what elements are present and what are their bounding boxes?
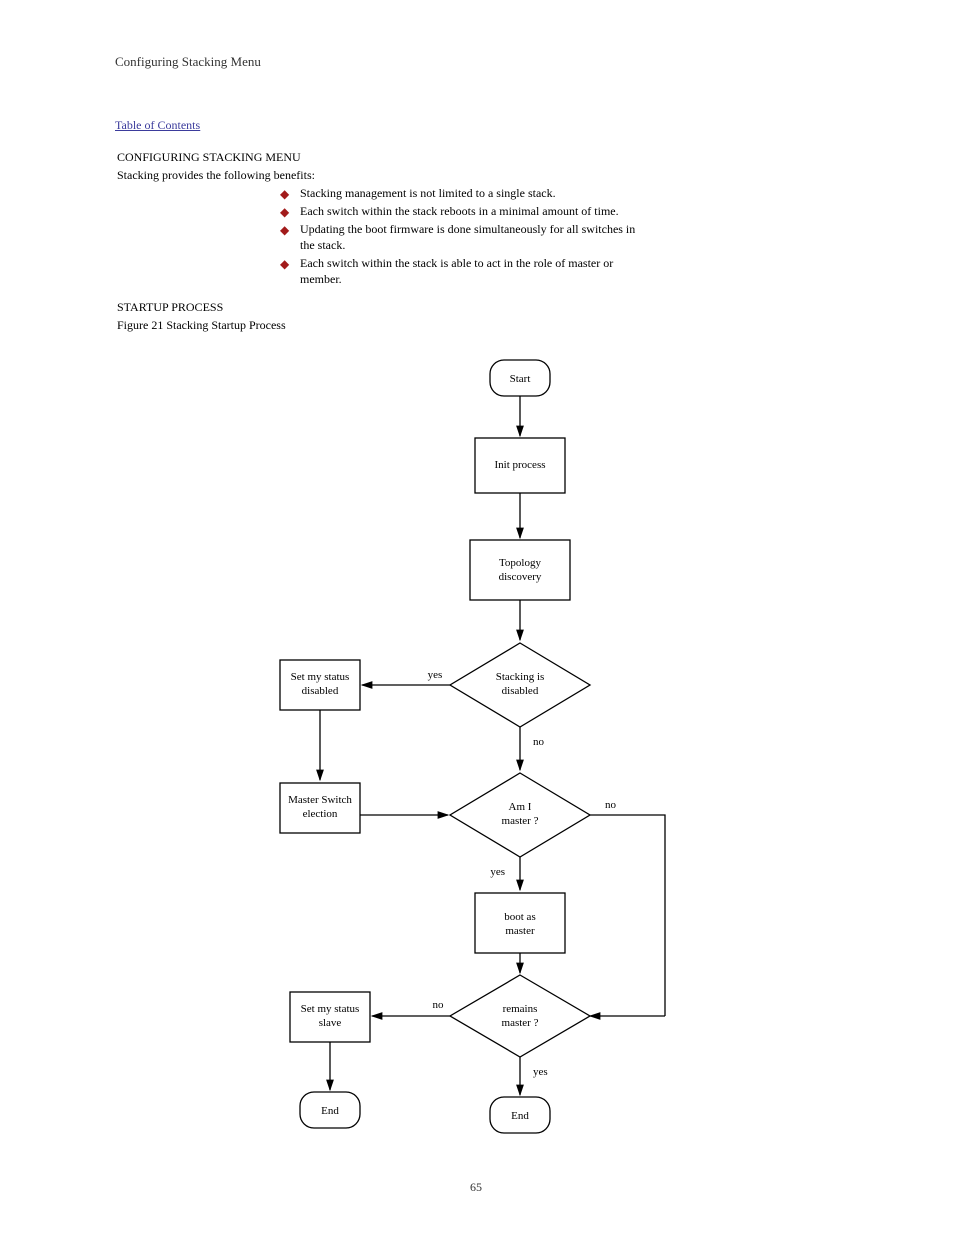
node-decision-remains-l1: remains — [503, 1003, 538, 1015]
node-start-label: Start — [510, 373, 531, 385]
node-decision-disabled-l2: disabled — [502, 685, 539, 697]
node-election-l2: election — [303, 808, 338, 820]
node-decision-remains-l2: master ? — [502, 1017, 539, 1029]
edge-no: no — [433, 999, 445, 1011]
page-header: Configuring Stacking Menu — [115, 54, 261, 70]
node-init-label: Init process — [494, 459, 545, 471]
bullet-icon: ◆ — [280, 258, 289, 270]
node-decision-master-l1: Am I — [509, 801, 532, 813]
toc-link-anchor[interactable]: Table of Contents — [115, 118, 200, 132]
node-discovery — [470, 540, 570, 600]
section-intro: Stacking provides the following benefits… — [117, 168, 315, 183]
bullet-text: member. — [300, 272, 342, 287]
bullet-text: the stack. — [300, 238, 345, 253]
node-set-disabled-l1: Set my status — [291, 671, 350, 683]
bullet-text: Stacking management is not limited to a … — [300, 186, 556, 201]
node-boot-master-l1: boot as — [504, 911, 535, 923]
flowchart: Start Init process Topology discovery St… — [240, 340, 740, 1160]
section-title: CONFIGURING STACKING MENU — [117, 150, 301, 165]
node-boot-master — [475, 893, 565, 953]
node-decision-remains — [450, 975, 590, 1057]
edge-yes: yes — [490, 866, 505, 878]
node-boot-master-l2: master — [505, 925, 535, 937]
bullet-icon: ◆ — [280, 224, 289, 236]
bullet-icon: ◆ — [280, 206, 289, 218]
bullet-text: Each switch within the stack reboots in … — [300, 204, 619, 219]
bullet-icon: ◆ — [280, 188, 289, 200]
page-number: 65 — [470, 1180, 482, 1195]
node-discovery-label-2: discovery — [499, 571, 542, 583]
node-set-slave-l2: slave — [319, 1017, 342, 1029]
flow-section-title: STARTUP PROCESS — [117, 300, 223, 315]
edge-no: no — [605, 799, 617, 811]
page-root: Configuring Stacking Menu Table of Conte… — [0, 0, 954, 1235]
node-set-disabled-l2: disabled — [302, 685, 339, 697]
toc-link[interactable]: Table of Contents — [115, 118, 200, 133]
node-set-slave-l1: Set my status — [301, 1003, 360, 1015]
bullet-text: Updating the boot firmware is done simul… — [300, 222, 635, 237]
node-decision-master-l2: master ? — [502, 815, 539, 827]
edge-yes: yes — [428, 669, 443, 681]
figure-caption: Figure 21 Stacking Startup Process — [117, 318, 286, 333]
node-discovery-label-1: Topology — [499, 557, 542, 569]
node-end-slave-label: End — [321, 1105, 339, 1117]
edge-yes: yes — [533, 1066, 548, 1078]
node-decision-disabled-l1: Stacking is — [496, 671, 545, 683]
bullet-text: Each switch within the stack is able to … — [300, 256, 613, 271]
edge-no: no — [533, 736, 545, 748]
node-end-master-label: End — [511, 1110, 529, 1122]
node-election-l1: Master Switch — [288, 794, 352, 806]
